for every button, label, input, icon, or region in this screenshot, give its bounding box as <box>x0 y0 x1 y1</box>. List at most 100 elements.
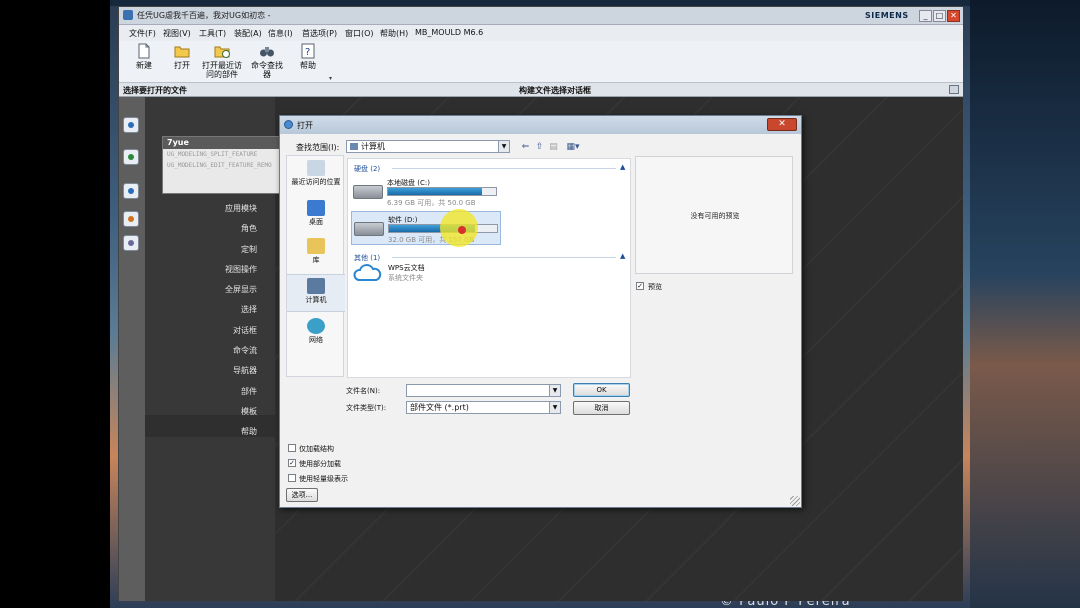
chevron-down-icon[interactable]: ▼ <box>498 141 509 152</box>
drive-c[interactable]: 本地磁盘 (C:) 6.39 GB 可用，共 50.0 GB <box>351 175 501 209</box>
drive-c-usage-bar <box>387 187 497 196</box>
group-hard-drives[interactable]: 硬盘 (2) ▲ <box>354 163 626 174</box>
dialog-close-button[interactable]: ✕ <box>767 118 797 131</box>
lightweight-checkbox[interactable] <box>288 474 296 482</box>
close-button[interactable]: ✕ <box>947 10 960 22</box>
chevron-down-icon[interactable]: ▼ <box>549 385 560 396</box>
help-button[interactable]: ? 帮助 <box>297 43 319 70</box>
menu-help[interactable]: 帮助(H) <box>380 28 408 39</box>
left-menu-command-flow[interactable]: 命令流 <box>233 345 257 356</box>
place-recent-label: 最近访问的位置 <box>291 178 341 186</box>
left-menu-fullscreen[interactable]: 全屏显示 <box>225 284 257 295</box>
place-libraries[interactable]: 库 <box>287 238 345 264</box>
standard-toolbar: 新建 打开 打开最近访 问的部件 命令查找 器 ? 帮助 ▾ <box>119 41 963 83</box>
up-folder-icon[interactable]: ⇧ <box>534 142 545 153</box>
cancel-button[interactable]: 取消 <box>573 401 630 415</box>
menu-view[interactable]: 视图(V) <box>163 28 191 39</box>
svg-text:?: ? <box>305 47 310 58</box>
chevron-down-icon[interactable]: ▼ <box>549 402 560 413</box>
filetype-select[interactable]: 部件文件 (*.prt) ▼ <box>406 401 561 414</box>
menu-window[interactable]: 窗口(O) <box>345 28 374 39</box>
place-network[interactable]: 网络 <box>287 318 345 344</box>
back-icon[interactable]: ⇐ <box>520 142 531 153</box>
open-recent-button[interactable]: 打开最近访 问的部件 <box>201 43 243 79</box>
place-computer-label: 计算机 <box>305 296 327 304</box>
wps-cloud-item[interactable]: WPS云文档 系统文件夹 <box>352 263 425 283</box>
menu-file[interactable]: 文件(F) <box>129 28 156 39</box>
partial-load-checkbox[interactable]: ✓ <box>288 459 296 467</box>
recent-label-1: 打开最近访 <box>202 61 242 70</box>
place-computer[interactable]: 计算机 <box>287 274 345 312</box>
group-other[interactable]: 其他 (1) ▲ <box>354 252 626 263</box>
resource-roles-icon[interactable] <box>123 117 139 133</box>
cmd-label-1: 命令查找 <box>251 61 283 70</box>
title-bar: 任凭UG虐我千百遍，我对UG如初恋 - SIEMENS _ □ ✕ <box>119 7 963 25</box>
collapse-icon[interactable]: ▲ <box>620 252 625 260</box>
network-globe-icon <box>307 318 325 334</box>
open-button[interactable]: 打开 <box>171 43 193 70</box>
place-network-label: 网络 <box>309 336 323 344</box>
left-menu-customize[interactable]: 定制 <box>241 244 257 255</box>
popup-row[interactable]: UG_MODELING_EDIT_FEATURE_REMO <box>163 160 281 171</box>
drive-d[interactable]: 软件 (D:) 32.0 GB 可用，共 157 GB <box>351 211 501 245</box>
options-button[interactable]: 选项... <box>286 488 318 502</box>
left-menu-select[interactable]: 选择 <box>241 304 257 315</box>
left-menu-navigator[interactable]: 导航器 <box>233 365 257 376</box>
left-menu-templates[interactable]: 模板 <box>241 406 257 417</box>
resize-grip-icon[interactable] <box>790 496 800 506</box>
ok-button[interactable]: OK <box>573 383 630 397</box>
group-drives-label: 硬盘 (2) <box>354 165 381 173</box>
menu-mb-mould[interactable]: MB_MOULD M6.6 <box>415 28 483 37</box>
filename-input[interactable]: ▼ <box>406 384 561 397</box>
menu-tools[interactable]: 工具(T) <box>199 28 226 39</box>
menu-bar: 文件(F) 视图(V) 工具(T) 装配(A) 信息(I) 首选项(P) 窗口(… <box>119 25 963 41</box>
cloud-type: 系统文件夹 <box>388 274 423 282</box>
left-menu-parts[interactable]: 部件 <box>241 386 257 397</box>
resource-web-icon[interactable] <box>123 149 139 165</box>
place-desktop[interactable]: 桌面 <box>287 200 345 226</box>
load-structure-checkbox[interactable] <box>288 444 296 452</box>
open-folder-icon <box>174 46 190 58</box>
dialog-icon <box>284 120 293 129</box>
resource-palette-icon[interactable] <box>123 235 139 251</box>
computer-icon <box>307 278 325 294</box>
resource-history-icon[interactable] <box>123 183 139 199</box>
menu-assembly[interactable]: 装配(A) <box>234 28 262 39</box>
new-button[interactable]: 新建 <box>133 43 155 70</box>
left-menu-help[interactable]: 帮助 <box>241 426 257 437</box>
drive-c-usage-fill <box>388 188 482 195</box>
group-divider <box>392 257 616 258</box>
resource-users-icon[interactable] <box>123 211 139 227</box>
new-folder-icon[interactable]: ▤ <box>548 142 559 153</box>
preview-pane: 没有可用的预览 <box>635 156 793 274</box>
view-menu-icon[interactable]: ▦▾ <box>564 142 582 153</box>
pin-icon[interactable] <box>949 85 959 94</box>
menu-info[interactable]: 信息(I) <box>268 28 293 39</box>
maximize-button[interactable]: □ <box>933 10 946 22</box>
lookin-combo[interactable]: 计算机 ▼ <box>346 140 510 153</box>
no-preview-message: 没有可用的预览 <box>690 212 740 220</box>
command-finder-button[interactable]: 命令查找 器 <box>249 43 285 79</box>
load-structure-label: 仅加载结构 <box>299 445 334 453</box>
toolbar-overflow-icon[interactable]: ▾ <box>329 75 332 82</box>
group-divider <box>392 168 616 169</box>
place-recent[interactable]: 最近访问的位置 <box>287 160 345 186</box>
left-menu-dialogs[interactable]: 对话框 <box>233 325 257 336</box>
preview-checkbox[interactable]: ✓ <box>636 282 644 290</box>
partial-load-label: 使用部分加载 <box>299 460 341 468</box>
hard-drive-icon <box>354 222 384 236</box>
recent-label-2: 问的部件 <box>206 70 238 79</box>
menu-preferences[interactable]: 首选项(P) <box>302 28 337 39</box>
cmd-label-2: 器 <box>263 70 271 79</box>
recent-places-icon <box>307 160 325 176</box>
left-menu-applications[interactable]: 应用模块 <box>225 203 257 214</box>
group-other-label: 其他 (1) <box>354 254 381 262</box>
left-menu-view-ops[interactable]: 视图操作 <box>225 264 257 275</box>
resource-bar <box>119 97 145 601</box>
collapse-icon[interactable]: ▲ <box>620 163 625 171</box>
siemens-brand: SIEMENS <box>865 11 909 20</box>
minimize-button[interactable]: _ <box>919 10 932 22</box>
left-menu-roles[interactable]: 角色 <box>241 223 257 234</box>
panel-center-title: 构建文件选择对话框 <box>519 86 591 95</box>
popup-row[interactable]: UG_MODELING_SPLIT_FEATURE <box>163 149 281 160</box>
